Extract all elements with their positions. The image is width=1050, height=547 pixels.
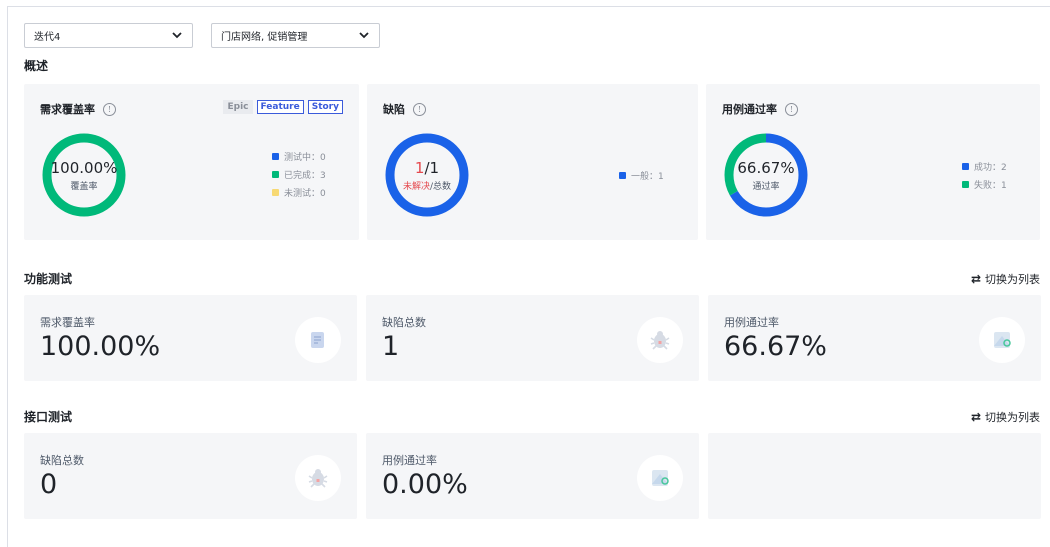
legend-label: 测试中：0 [284, 152, 326, 163]
defects-legend: 一般：1 [619, 166, 664, 184]
api-pass-rate-card: 用例通过率 0.00% [366, 433, 699, 519]
case-pass-rate-card: 用例通过率 ! 66.67% 通过率 成功：2 失败：1 [706, 84, 1040, 240]
legend-label: 已完成：3 [284, 170, 326, 181]
pass-rate-value: 66.67% [737, 158, 795, 177]
metric-value: 1 [382, 331, 400, 362]
functional-test-title: 功能测试 [24, 272, 73, 286]
defects-value: 1/1 [415, 159, 439, 177]
swap-icon: ⇄ [970, 410, 981, 424]
legend-swatch [272, 152, 279, 160]
metric-value: 66.67% [724, 331, 827, 362]
overview-title: 概述 [24, 59, 49, 73]
legend-label: 未测试：0 [284, 188, 326, 199]
iteration-select-value: 迭代4 [34, 32, 61, 43]
test-case-icon [637, 455, 683, 501]
legend-item: 已完成：3 [272, 165, 326, 183]
switch-label: 切换为列表 [985, 273, 1040, 286]
pass-rate-donut: 66.67% 通过率 [723, 132, 809, 218]
coverage-label: 覆盖率 [70, 181, 98, 192]
coverage-legend: 测试中：0 已完成：3 未测试：0 [272, 147, 326, 201]
metric-value: 0.00% [382, 469, 468, 500]
total-count: /1 [424, 158, 440, 177]
empty-card [708, 433, 1041, 519]
info-icon[interactable]: ! [413, 102, 426, 116]
tag-story[interactable]: Story [307, 100, 343, 114]
type-tags: Epic Feature Story [223, 100, 343, 114]
legend-swatch [272, 170, 279, 178]
functional-defects-card: 缺陷总数 1 [366, 295, 699, 381]
legend-label: 一般：1 [631, 171, 664, 182]
coverage-value: 100.00% [50, 158, 118, 177]
iteration-select[interactable]: 迭代4 [24, 23, 193, 48]
case-pass-rate-title-row: 用例通过率 ! [722, 101, 798, 117]
legend-item: 测试中：0 [272, 147, 326, 165]
requirement-coverage-title-row: 需求覆盖率 ! [40, 101, 116, 117]
legend-item: 一般：1 [619, 166, 664, 184]
module-select[interactable]: 门店网络, 促销管理 [211, 23, 380, 48]
functional-pass-rate-card: 用例通过率 66.67% [708, 295, 1041, 381]
coverage-donut-center: 100.00% 覆盖率 [41, 132, 127, 218]
coverage-donut: 100.00% 覆盖率 [41, 132, 127, 218]
defects-card: 缺陷 ! 1/1 未解决/总数 一般：1 [367, 84, 698, 240]
bug-icon [637, 317, 683, 363]
requirement-coverage-title: 需求覆盖率 [40, 103, 95, 116]
defects-donut-center: 1/1 未解决/总数 [384, 132, 470, 218]
metric-value: 100.00% [40, 331, 161, 362]
unresolved-label: 未解决 [402, 181, 430, 192]
legend-swatch [272, 188, 279, 196]
info-icon[interactable]: ! [103, 102, 116, 116]
metric-label: 缺陷总数 [40, 454, 84, 467]
bug-icon [295, 455, 341, 501]
tag-epic[interactable]: Epic [223, 100, 253, 114]
switch-label: 切换为列表 [985, 411, 1040, 424]
api-defects-card: 缺陷总数 0 [24, 433, 357, 519]
case-pass-rate-title: 用例通过率 [722, 103, 777, 116]
legend-label: 失败：1 [974, 180, 1007, 191]
api-switch-to-list-button[interactable]: ⇄ 切换为列表 [971, 409, 1040, 425]
tag-feature[interactable]: Feature [256, 100, 304, 114]
defects-title: 缺陷 [383, 103, 405, 116]
legend-item: 失败：1 [962, 175, 1007, 193]
module-select-value: 门店网络, 促销管理 [221, 32, 308, 43]
metric-label: 用例通过率 [382, 454, 437, 467]
legend-label: 成功：2 [974, 162, 1007, 173]
pass-rate-donut-center: 66.67% 通过率 [723, 132, 809, 218]
metric-label: 需求覆盖率 [40, 316, 95, 329]
requirement-coverage-card: 需求覆盖率 ! Epic Feature Story 100.00% 覆盖率 测… [24, 84, 359, 240]
legend-item: 未测试：0 [272, 183, 326, 201]
test-case-icon [979, 317, 1025, 363]
chevron-down-icon [359, 32, 369, 39]
defects-title-row: 缺陷 ! [383, 101, 426, 117]
functional-coverage-card: 需求覆盖率 100.00% [24, 295, 357, 381]
legend-swatch [962, 162, 969, 170]
legend-item: 成功：2 [962, 157, 1007, 175]
document-icon [295, 317, 341, 363]
defects-label: 未解决/总数 [403, 179, 451, 192]
metric-label: 用例通过率 [724, 316, 779, 329]
pass-rate-legend: 成功：2 失败：1 [962, 157, 1007, 193]
metric-value: 0 [40, 469, 58, 500]
api-test-title: 接口测试 [24, 410, 73, 424]
metric-label: 缺陷总数 [382, 316, 426, 329]
legend-swatch [962, 180, 969, 188]
legend-swatch [619, 171, 626, 179]
functional-switch-to-list-button[interactable]: ⇄ 切换为列表 [971, 271, 1040, 287]
total-label: /总数 [429, 181, 452, 192]
pass-rate-label: 通过率 [752, 181, 780, 192]
swap-icon: ⇄ [970, 272, 981, 286]
chevron-down-icon [172, 32, 182, 39]
defects-donut: 1/1 未解决/总数 [384, 132, 470, 218]
info-icon[interactable]: ! [785, 102, 798, 116]
